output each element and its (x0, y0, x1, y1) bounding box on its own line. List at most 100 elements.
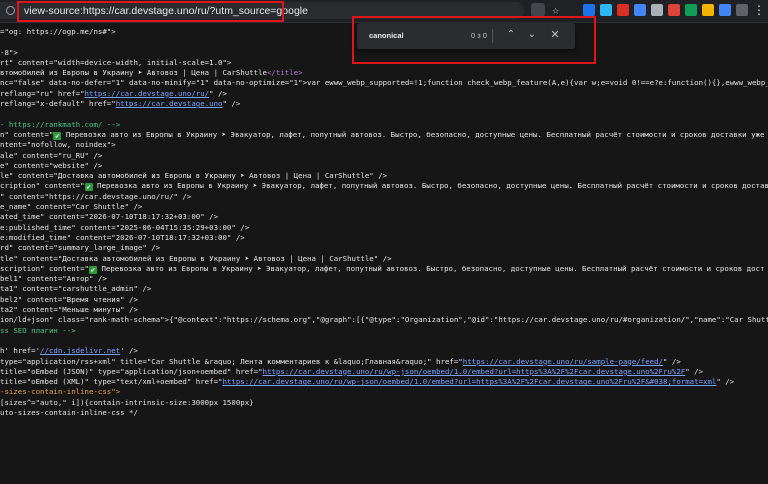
source-token: Перевозка авто из Европы в Украину ➤ Эва… (61, 129, 765, 139)
bookmark-star-icon[interactable]: ☆ (552, 4, 564, 16)
source-token: втомобилей из Европы в Украину ➤ Автовоз… (0, 68, 267, 78)
source-token: [sizes^="auto," i]){contain-intrinsic-si… (0, 397, 254, 407)
source-line: ta1" content="carshuttle_admin" /> (0, 284, 768, 294)
source-line: le" content="Доставка автомобилей из Евр… (0, 171, 768, 181)
source-token: ' /> (120, 346, 138, 356)
source-token: " /> (209, 88, 227, 98)
source-line: bel1" content="Автор" /> (0, 274, 768, 284)
source-link[interactable]: https://car.devstage.uno (116, 99, 223, 108)
source-token: bel2" content="Время чтения" /> (0, 294, 138, 304)
source-line: type="application/rss+xml" title="Car Sh… (0, 357, 768, 367)
find-divider (492, 29, 493, 43)
source-token: tle" content="Доставка автомобилей из Ев… (0, 253, 392, 263)
source-token: ated_time" content="2026-07-10T18:17:32+… (0, 212, 219, 222)
source-token: Перевозка авто из Европы в Украину ➤ Эва… (92, 181, 768, 191)
page-action-icon[interactable] (531, 3, 545, 17)
source-token: ta2" content="Меньше минуты" /> (0, 305, 138, 315)
source-token: scription" content=" (0, 263, 89, 273)
source-line: [sizes^="auto," i]){contain-intrinsic-si… (0, 398, 768, 408)
source-line: ion/ld+json" class="rank-math-schema">{"… (0, 315, 768, 325)
source-line: h' href='//cdn.jsdelivr.net' /> (0, 346, 768, 356)
source-line: e_name" content="Car Shuttle" /> (0, 202, 768, 212)
find-input[interactable]: canonical (369, 31, 404, 40)
source-token: type="application/rss+xml" title="Car Sh… (0, 356, 463, 366)
source-token: cription" content=" (0, 181, 85, 191)
source-token: n" content=" (0, 129, 54, 139)
source-token: " /> (685, 366, 704, 376)
source-token: - https://rankmath.com/ --> (0, 119, 121, 129)
source-token: rt" content="width=device-width, initial… (0, 57, 232, 67)
source-token: title="oEmbed (JSON)" type="application/… (0, 366, 263, 376)
chevron-up-icon[interactable]: ⌃ (504, 28, 518, 42)
source-line: ated_time" content="2026-07-10T18:17:32+… (0, 212, 768, 222)
source-line: title="oEmbed (XML)" type="text/xml+oemb… (0, 377, 768, 387)
source-token: ion/ld+json" class="rank-math-schema">{"… (0, 315, 768, 325)
source-line: n" content=" ✔ Перевозка авто из Европы в… (0, 130, 768, 140)
source-token: ✔ (89, 265, 97, 274)
source-line: cription" content=" ✔ Перевозка авто из Е… (0, 181, 768, 192)
source-line: e:modified_time" content="2026-07-10T18:… (0, 233, 768, 243)
browser-toolbar: view-source:https://car.devstage.uno/ru/… (0, 0, 768, 23)
source-token: ="og: https://ogp.me/ns#"> (0, 27, 116, 36)
source-line: - https://rankmath.com/ --> (0, 120, 768, 130)
extension-icon[interactable] (651, 4, 663, 16)
url-text[interactable]: view-source:https://car.devstage.uno/ru/… (24, 5, 308, 17)
source-token: title="oEmbed (XML)" type="text/xml+oemb… (0, 377, 223, 387)
source-token: ntent="nofollow, noindex"> (0, 140, 116, 150)
source-token: ale" content="ru_RU" /> (0, 150, 103, 160)
source-token: e:modified_time" content="2026-07-10T18:… (0, 232, 245, 242)
extension-icon[interactable] (600, 4, 612, 16)
source-line: " content="https://car.devstage.uno/ru/"… (0, 192, 768, 202)
source-token: ✔ (84, 183, 93, 192)
source-line: ss SEO плагин --> (0, 326, 768, 336)
source-link[interactable]: https://car.devstage.uno/ru/wp-json/oemb… (222, 377, 716, 386)
extension-icon[interactable] (702, 4, 714, 16)
address-bar[interactable]: view-source:https://car.devstage.uno/ru/… (0, 2, 524, 19)
source-line: ale" content="ru_RU" /> (0, 151, 768, 161)
source-line (0, 336, 768, 346)
source-link[interactable]: https://car.devstage.uno/ru/sample-page/… (463, 357, 663, 366)
source-line: tle" content="Доставка автомобилей из Ев… (0, 254, 768, 264)
extension-icon[interactable] (719, 4, 731, 16)
source-token: " /> (716, 377, 735, 387)
source-line: rt" content="width=device-width, initial… (0, 58, 768, 68)
source-token: reflang="x-default" href=" (0, 99, 116, 109)
info-icon[interactable] (6, 6, 15, 15)
chevron-down-icon[interactable]: ⌄ (525, 28, 539, 42)
source-token: h' href=' (0, 346, 41, 356)
source-line: bel2" content="Время чтения" /> (0, 295, 768, 305)
source-token: ss SEO плагин --> (0, 325, 76, 335)
source-line: title="oEmbed (JSON)" type="application/… (0, 367, 768, 377)
source-token: e_name" content="Car Shuttle" /> (0, 202, 143, 212)
extension-icon[interactable] (617, 4, 629, 16)
source-token: uto-sizes-contain-inline-css */ (0, 407, 138, 417)
find-match-count: 0 з 0 (471, 31, 487, 40)
source-token: " content="https://car.devstage.uno/ru/"… (0, 191, 192, 201)
source-token: -sizes-contain-inline-css"> (0, 387, 121, 397)
source-token: le" content="Доставка автомобилей из Евр… (0, 171, 388, 181)
source-line: e:published_time" content="2025-06-04T15… (0, 223, 768, 233)
source-line: втомобилей из Европы в Украину ➤ Автовоз… (0, 68, 768, 78)
close-icon[interactable]: ✕ (548, 28, 562, 42)
extension-icon[interactable] (685, 4, 697, 16)
source-token: reflang="ru" href=" (0, 88, 85, 98)
source-line (0, 109, 768, 119)
source-token: nc="false" data-no-defer="1" data-no-min… (0, 78, 768, 88)
extension-icon[interactable] (583, 4, 595, 16)
source-line: rd" content="summary_large_image" /> (0, 243, 768, 253)
source-link[interactable]: //cdn.jsdelivr.net (40, 346, 120, 355)
extension-icon[interactable] (668, 4, 680, 16)
source-line: e" content="website" /> (0, 161, 768, 171)
source-link[interactable]: https://car.devstage.uno/ru/wp-json/oemb… (263, 367, 686, 376)
extension-icon[interactable] (736, 4, 748, 16)
page-source-view: ="og: https://ogp.me/ns#"> -8"> rt" conten… (0, 27, 768, 418)
source-line: reflang="ru" href="https://car.devstage.… (0, 89, 768, 99)
extension-icon[interactable] (634, 4, 646, 16)
find-bar: canonical 0 з 0 ⌃ ⌄ ✕ (357, 23, 575, 49)
source-token: " /> (663, 356, 681, 366)
menu-icon[interactable]: ⋮ (753, 4, 765, 16)
source-link[interactable]: https://car.devstage.uno/ru/ (85, 89, 210, 98)
source-token: rd" content="summary_large_image" /> (0, 243, 161, 253)
source-line: -sizes-contain-inline-css"> (0, 387, 768, 397)
source-token: </title> (266, 68, 303, 78)
